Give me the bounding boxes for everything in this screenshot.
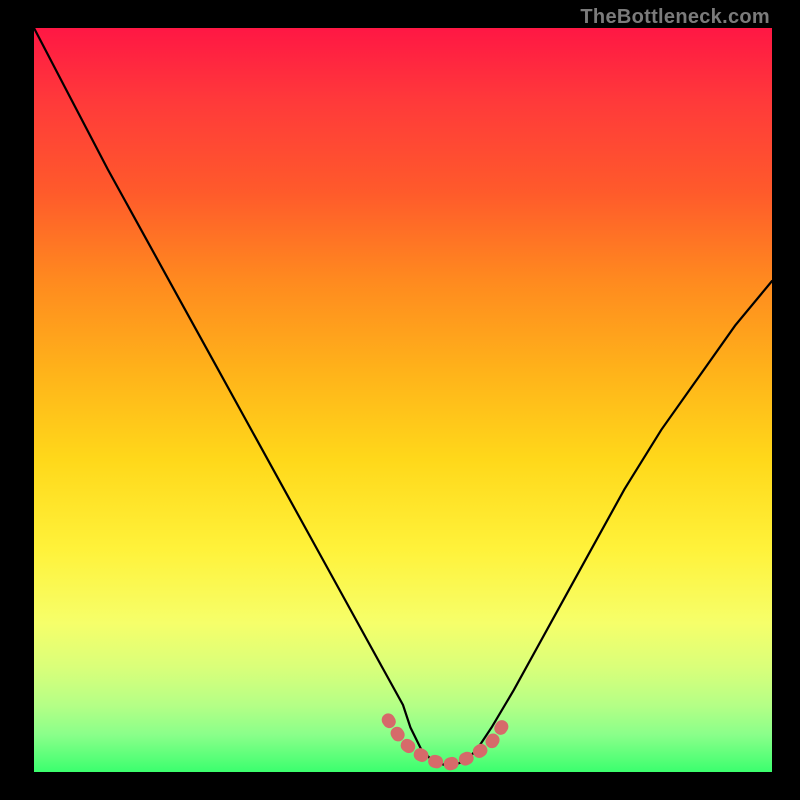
curve-svg <box>34 28 772 772</box>
plot-area <box>34 28 772 772</box>
watermark-text: TheBottleneck.com <box>580 6 770 29</box>
bottleneck-curve <box>34 28 772 765</box>
chart-frame: TheBottleneck.com <box>0 0 800 800</box>
bottom-highlight <box>388 720 506 765</box>
